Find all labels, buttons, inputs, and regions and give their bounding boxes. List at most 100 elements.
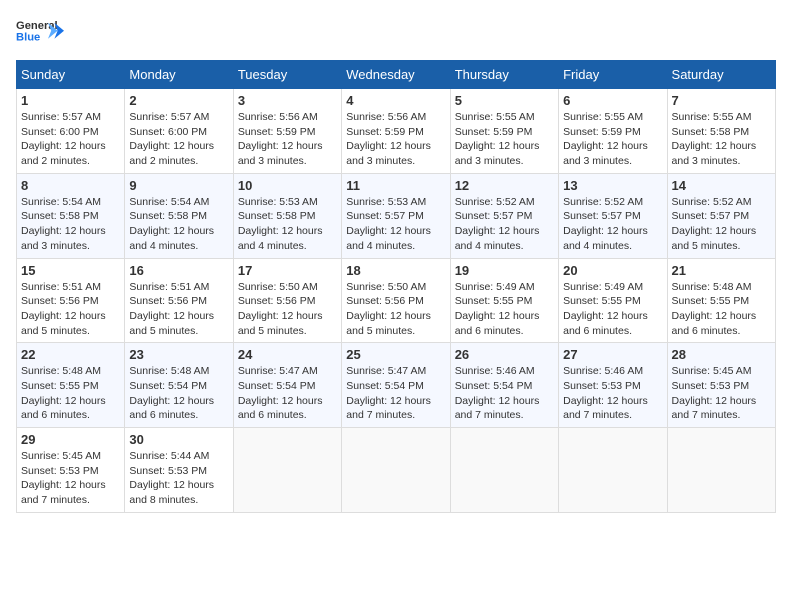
day-number: 30: [129, 432, 228, 447]
daylight-label: Daylight: 12 hours and 5 minutes.: [238, 310, 323, 337]
sunrise-label: Sunrise: 5:45 AM: [21, 450, 101, 462]
daylight-label: Daylight: 12 hours and 7 minutes.: [346, 395, 431, 422]
sunset-label: Sunset: 5:57 PM: [346, 210, 424, 222]
sunset-label: Sunset: 5:55 PM: [672, 295, 750, 307]
sunrise-label: Sunrise: 5:46 AM: [455, 365, 535, 377]
sunrise-label: Sunrise: 5:50 AM: [346, 281, 426, 293]
day-info: Sunrise: 5:54 AM Sunset: 5:58 PM Dayligh…: [129, 195, 228, 254]
calendar-day-cell: [450, 428, 558, 513]
calendar-day-cell: [559, 428, 667, 513]
day-number: 10: [238, 178, 337, 193]
calendar-day-cell: 8 Sunrise: 5:54 AM Sunset: 5:58 PM Dayli…: [17, 173, 125, 258]
daylight-label: Daylight: 12 hours and 6 minutes.: [563, 310, 648, 337]
sunrise-label: Sunrise: 5:55 AM: [672, 111, 752, 123]
day-info: Sunrise: 5:48 AM Sunset: 5:55 PM Dayligh…: [21, 364, 120, 423]
calendar-day-cell: 1 Sunrise: 5:57 AM Sunset: 6:00 PM Dayli…: [17, 89, 125, 174]
sunset-label: Sunset: 5:58 PM: [129, 210, 207, 222]
daylight-label: Daylight: 12 hours and 8 minutes.: [129, 479, 214, 506]
sunrise-label: Sunrise: 5:47 AM: [238, 365, 318, 377]
day-info: Sunrise: 5:48 AM Sunset: 5:54 PM Dayligh…: [129, 364, 228, 423]
daylight-label: Daylight: 12 hours and 4 minutes.: [129, 225, 214, 252]
day-number: 14: [672, 178, 771, 193]
sunset-label: Sunset: 5:55 PM: [563, 295, 641, 307]
day-number: 2: [129, 93, 228, 108]
sunrise-label: Sunrise: 5:52 AM: [672, 196, 752, 208]
calendar-day-cell: 13 Sunrise: 5:52 AM Sunset: 5:57 PM Dayl…: [559, 173, 667, 258]
day-number: 17: [238, 263, 337, 278]
sunset-label: Sunset: 5:53 PM: [129, 465, 207, 477]
sunrise-label: Sunrise: 5:57 AM: [21, 111, 101, 123]
sunrise-label: Sunrise: 5:50 AM: [238, 281, 318, 293]
calendar-day-cell: 27 Sunrise: 5:46 AM Sunset: 5:53 PM Dayl…: [559, 343, 667, 428]
daylight-label: Daylight: 12 hours and 3 minutes.: [346, 140, 431, 167]
day-info: Sunrise: 5:46 AM Sunset: 5:54 PM Dayligh…: [455, 364, 554, 423]
calendar-week-row: 15 Sunrise: 5:51 AM Sunset: 5:56 PM Dayl…: [17, 258, 776, 343]
weekday-header-cell: Wednesday: [342, 61, 450, 89]
daylight-label: Daylight: 12 hours and 4 minutes.: [563, 225, 648, 252]
weekday-header-cell: Thursday: [450, 61, 558, 89]
sunrise-label: Sunrise: 5:55 AM: [563, 111, 643, 123]
calendar-day-cell: 11 Sunrise: 5:53 AM Sunset: 5:57 PM Dayl…: [342, 173, 450, 258]
calendar-day-cell: 7 Sunrise: 5:55 AM Sunset: 5:58 PM Dayli…: [667, 89, 775, 174]
sunset-label: Sunset: 5:55 PM: [455, 295, 533, 307]
calendar-header-row: SundayMondayTuesdayWednesdayThursdayFrid…: [17, 61, 776, 89]
sunrise-label: Sunrise: 5:54 AM: [21, 196, 101, 208]
daylight-label: Daylight: 12 hours and 3 minutes.: [21, 225, 106, 252]
day-number: 18: [346, 263, 445, 278]
sunset-label: Sunset: 5:58 PM: [238, 210, 316, 222]
daylight-label: Daylight: 12 hours and 7 minutes.: [563, 395, 648, 422]
day-info: Sunrise: 5:47 AM Sunset: 5:54 PM Dayligh…: [346, 364, 445, 423]
day-number: 26: [455, 347, 554, 362]
sunrise-label: Sunrise: 5:54 AM: [129, 196, 209, 208]
day-info: Sunrise: 5:51 AM Sunset: 5:56 PM Dayligh…: [129, 280, 228, 339]
calendar-day-cell: 30 Sunrise: 5:44 AM Sunset: 5:53 PM Dayl…: [125, 428, 233, 513]
day-info: Sunrise: 5:49 AM Sunset: 5:55 PM Dayligh…: [563, 280, 662, 339]
day-info: Sunrise: 5:46 AM Sunset: 5:53 PM Dayligh…: [563, 364, 662, 423]
sunset-label: Sunset: 5:54 PM: [455, 380, 533, 392]
day-info: Sunrise: 5:52 AM Sunset: 5:57 PM Dayligh…: [563, 195, 662, 254]
calendar-day-cell: [342, 428, 450, 513]
day-info: Sunrise: 5:54 AM Sunset: 5:58 PM Dayligh…: [21, 195, 120, 254]
calendar-day-cell: 9 Sunrise: 5:54 AM Sunset: 5:58 PM Dayli…: [125, 173, 233, 258]
daylight-label: Daylight: 12 hours and 2 minutes.: [129, 140, 214, 167]
sunrise-label: Sunrise: 5:44 AM: [129, 450, 209, 462]
day-number: 1: [21, 93, 120, 108]
weekday-header-cell: Tuesday: [233, 61, 341, 89]
logo: General Blue: [16, 16, 64, 52]
daylight-label: Daylight: 12 hours and 7 minutes.: [21, 479, 106, 506]
sunrise-label: Sunrise: 5:48 AM: [21, 365, 101, 377]
calendar-day-cell: 3 Sunrise: 5:56 AM Sunset: 5:59 PM Dayli…: [233, 89, 341, 174]
day-info: Sunrise: 5:45 AM Sunset: 5:53 PM Dayligh…: [21, 449, 120, 508]
sunrise-label: Sunrise: 5:52 AM: [455, 196, 535, 208]
sunset-label: Sunset: 5:57 PM: [455, 210, 533, 222]
calendar-day-cell: 6 Sunrise: 5:55 AM Sunset: 5:59 PM Dayli…: [559, 89, 667, 174]
day-number: 12: [455, 178, 554, 193]
sunset-label: Sunset: 5:59 PM: [563, 126, 641, 138]
sunrise-label: Sunrise: 5:47 AM: [346, 365, 426, 377]
calendar-table: SundayMondayTuesdayWednesdayThursdayFrid…: [16, 60, 776, 513]
day-info: Sunrise: 5:56 AM Sunset: 5:59 PM Dayligh…: [346, 110, 445, 169]
daylight-label: Daylight: 12 hours and 4 minutes.: [346, 225, 431, 252]
day-info: Sunrise: 5:52 AM Sunset: 5:57 PM Dayligh…: [455, 195, 554, 254]
daylight-label: Daylight: 12 hours and 4 minutes.: [238, 225, 323, 252]
sunset-label: Sunset: 5:57 PM: [672, 210, 750, 222]
day-number: 22: [21, 347, 120, 362]
day-info: Sunrise: 5:56 AM Sunset: 5:59 PM Dayligh…: [238, 110, 337, 169]
calendar-day-cell: 24 Sunrise: 5:47 AM Sunset: 5:54 PM Dayl…: [233, 343, 341, 428]
daylight-label: Daylight: 12 hours and 5 minutes.: [21, 310, 106, 337]
day-number: 5: [455, 93, 554, 108]
calendar-day-cell: 2 Sunrise: 5:57 AM Sunset: 6:00 PM Dayli…: [125, 89, 233, 174]
day-number: 11: [346, 178, 445, 193]
calendar-day-cell: 10 Sunrise: 5:53 AM Sunset: 5:58 PM Dayl…: [233, 173, 341, 258]
calendar-day-cell: 18 Sunrise: 5:50 AM Sunset: 5:56 PM Dayl…: [342, 258, 450, 343]
sunrise-label: Sunrise: 5:53 AM: [346, 196, 426, 208]
daylight-label: Daylight: 12 hours and 5 minutes.: [672, 225, 757, 252]
day-number: 4: [346, 93, 445, 108]
svg-text:Blue: Blue: [16, 31, 40, 43]
weekday-header-cell: Sunday: [17, 61, 125, 89]
day-number: 20: [563, 263, 662, 278]
day-number: 23: [129, 347, 228, 362]
sunset-label: Sunset: 5:58 PM: [672, 126, 750, 138]
daylight-label: Daylight: 12 hours and 2 minutes.: [21, 140, 106, 167]
sunset-label: Sunset: 5:59 PM: [346, 126, 424, 138]
